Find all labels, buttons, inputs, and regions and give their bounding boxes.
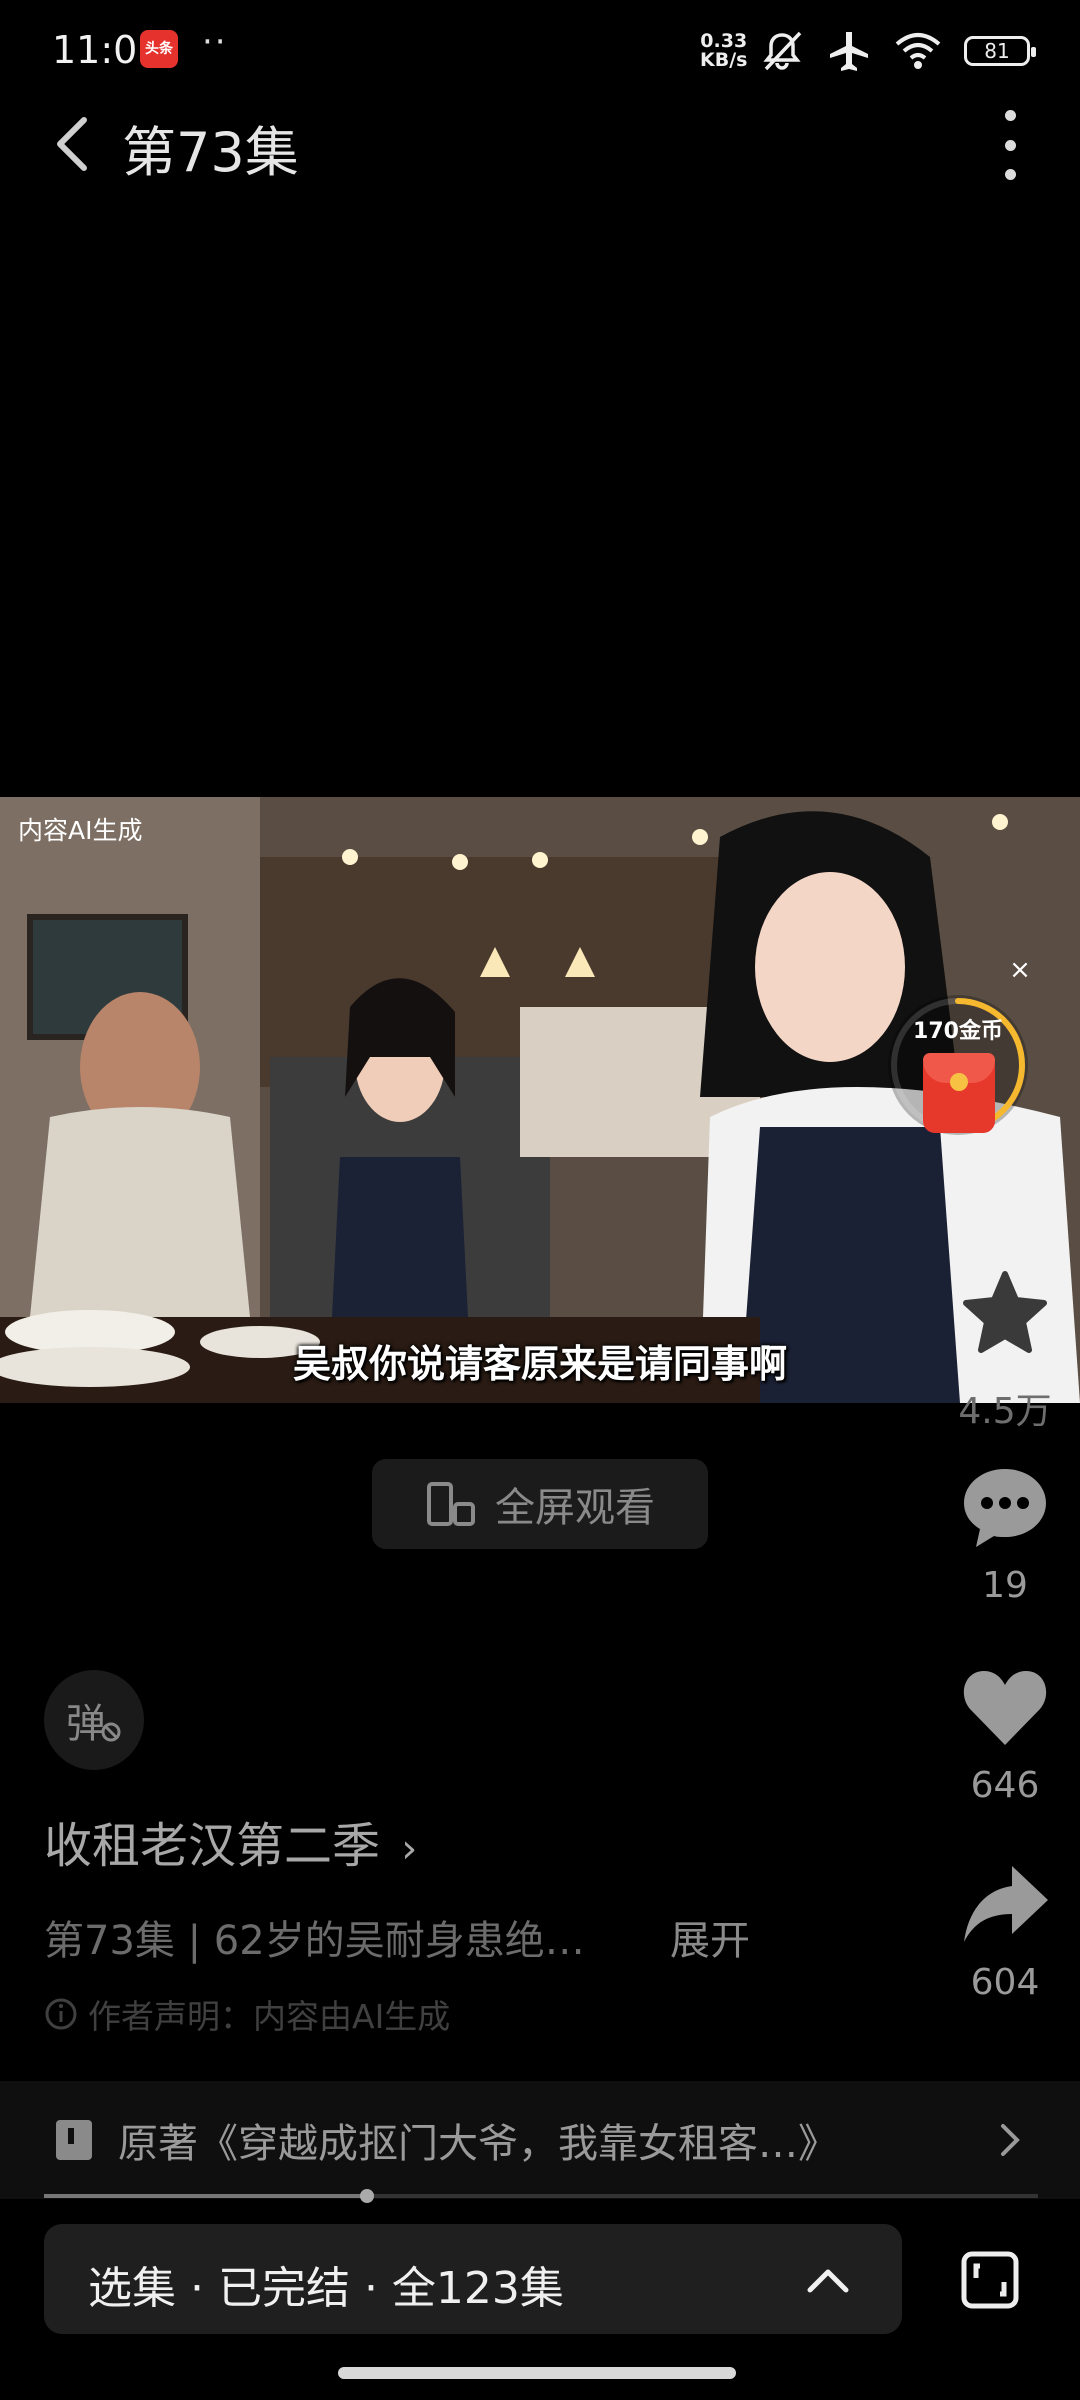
- comment-button[interactable]: 19: [945, 1465, 1065, 1606]
- author-note: 作者声明：内容由AI生成: [44, 1990, 450, 2038]
- chevron-up-icon: [807, 2269, 849, 2293]
- mute-icon: [763, 31, 802, 71]
- episode-selector-label: 选集 · 已完结 · 全123集: [88, 2263, 564, 2314]
- comment-count: 19: [982, 1565, 1028, 1606]
- fullscreen-label: 全屏观看: [495, 1485, 655, 1531]
- chevron-right-icon: [1001, 2124, 1020, 2156]
- battery-level: 81: [984, 39, 1010, 63]
- rotate-button[interactable]: [958, 2248, 1022, 2312]
- coin-reward-widget[interactable]: 170金币: [888, 995, 1028, 1135]
- favorite-button[interactable]: [960, 1268, 1050, 1358]
- drama-title: 收租老汉第二季: [44, 1818, 381, 1874]
- star-icon: [963, 1271, 1047, 1353]
- expand-button[interactable]: 展开: [670, 1908, 750, 1966]
- more-vertical-icon: [1004, 110, 1016, 121]
- playback-progress-knob[interactable]: [360, 2189, 375, 2203]
- episode-selector[interactable]: 选集 · 已完结 · 全123集: [44, 2224, 902, 2334]
- status-dots: ··: [202, 22, 228, 62]
- battery-icon: 81: [964, 36, 1036, 66]
- playback-progress-fill: [44, 2194, 368, 2198]
- book-icon: [56, 2120, 92, 2160]
- wifi-icon: [895, 33, 941, 69]
- playback-progress-bar[interactable]: [44, 2189, 1038, 2203]
- author-note-text: 作者声明：内容由AI生成: [88, 1997, 451, 2036]
- coin-label: 170金币: [913, 1019, 1003, 1044]
- favorite-count: 4.5万: [958, 1391, 1052, 1432]
- back-button[interactable]: [48, 112, 98, 176]
- coin-close-button[interactable]: ×: [1005, 955, 1035, 985]
- video-subtitle: 吴叔你说请客原来是请同事啊: [292, 1342, 787, 1386]
- share-button[interactable]: 604: [945, 1862, 1065, 2003]
- chevron-left-icon: [57, 117, 87, 171]
- original-novel-bar[interactable]: 原著《穿越成抠门大爷，我靠女租客…》: [0, 2081, 1080, 2199]
- fullscreen-button[interactable]: 全屏观看: [372, 1459, 708, 1549]
- like-button[interactable]: 646: [945, 1665, 1065, 1806]
- rotate-screen-icon: [427, 1482, 475, 1526]
- more-button[interactable]: [990, 110, 1030, 180]
- app-badge-text: 头条: [145, 41, 173, 57]
- danmaku-toggle[interactable]: 弹: [44, 1670, 144, 1770]
- chevron-right-icon: ›: [401, 1826, 418, 1872]
- screen-rotate-icon: [961, 2251, 1019, 2309]
- share-count: 604: [970, 1962, 1040, 2003]
- ai-generated-label: 内容AI生成: [18, 816, 143, 845]
- app-badge-icon: 头条: [140, 30, 178, 68]
- status-icons: 81: [760, 26, 1036, 76]
- net-speed: 0.33 KB/s: [700, 32, 747, 70]
- danmaku-off-icon: [101, 1722, 121, 1742]
- home-indicator[interactable]: [338, 2367, 736, 2379]
- drama-title-link[interactable]: 收租老汉第二季 ›: [44, 1806, 417, 1876]
- episode-description: 第73集 | 62岁的吴耐身患绝…: [44, 1918, 585, 1964]
- airplane-icon: [830, 32, 868, 71]
- like-count: 646: [970, 1765, 1040, 1806]
- info-icon: [45, 1998, 77, 2030]
- comment-icon: [964, 1469, 1046, 1547]
- share-icon: [964, 1866, 1048, 1942]
- heart-icon: [963, 1671, 1047, 1745]
- episode-title: 第73集: [122, 121, 299, 184]
- red-envelope-icon: [923, 1053, 995, 1133]
- original-novel-text: 原著《穿越成抠门大爷，我靠女租客…》: [118, 2121, 838, 2167]
- net-speed-unit: KB/s: [700, 49, 748, 71]
